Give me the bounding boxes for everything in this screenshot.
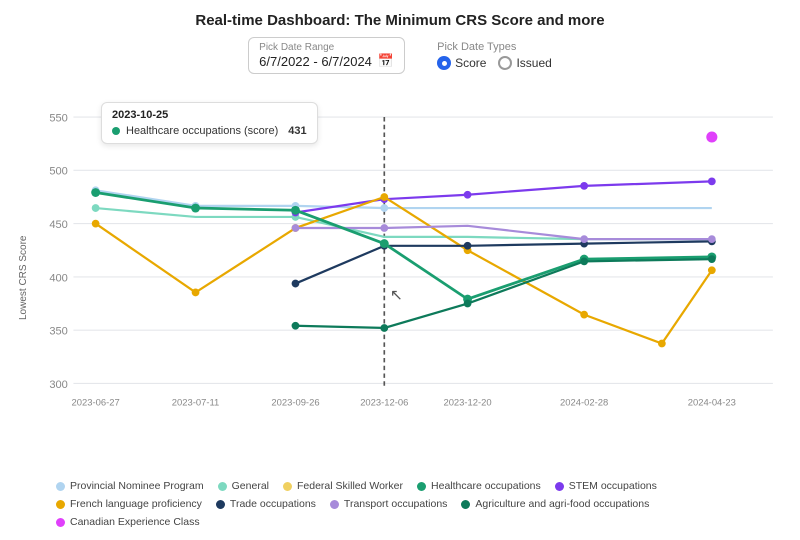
tooltip-item: Healthcare occupations (score) 431 — [112, 125, 307, 137]
date-range-value: 6/7/2022 - 6/7/2024 📅 — [259, 53, 394, 69]
legend-agri: Agriculture and agri-food occupations — [461, 498, 649, 510]
legend-dot-provincial — [56, 482, 65, 491]
legend-dot-federal — [283, 482, 292, 491]
controls-bar: Pick Date Range 6/7/2022 - 6/7/2024 📅 Pi… — [16, 37, 784, 74]
svg-text:350: 350 — [49, 326, 68, 338]
svg-text:2023-12-06: 2023-12-06 — [360, 397, 408, 408]
legend-dot-trade — [216, 500, 225, 509]
svg-text:450: 450 — [49, 219, 68, 231]
issued-option[interactable]: Issued — [498, 56, 551, 70]
date-types-options: Score Issued — [437, 56, 552, 70]
chart-area: Lowest CRS Score 550 500 450 400 350 300… — [16, 80, 784, 476]
chart-legend: Provincial Nominee Program General Feder… — [16, 476, 784, 532]
dashboard: Real-time Dashboard: The Minimum CRS Sco… — [0, 0, 800, 540]
legend-stem: STEM occupations — [555, 480, 657, 492]
y-axis-label: Lowest CRS Score — [16, 80, 29, 476]
tooltip-value: 431 — [288, 125, 306, 137]
page-title: Real-time Dashboard: The Minimum CRS Sco… — [16, 12, 784, 29]
tooltip-date: 2023-10-25 — [112, 109, 307, 121]
tooltip-label: Healthcare occupations (score) — [126, 125, 278, 137]
svg-text:2024-02-28: 2024-02-28 — [560, 397, 608, 408]
date-range-picker[interactable]: Pick Date Range 6/7/2022 - 6/7/2024 📅 — [248, 37, 405, 74]
svg-text:↖: ↖ — [390, 287, 403, 304]
legend-provincial: Provincial Nominee Program — [56, 480, 204, 492]
legend-trade: Trade occupations — [216, 498, 316, 510]
legend-federal: Federal Skilled Worker — [283, 480, 403, 492]
svg-text:2023-07-11: 2023-07-11 — [172, 397, 219, 408]
score-option[interactable]: Score — [437, 56, 486, 70]
date-range-label: Pick Date Range — [259, 42, 334, 53]
issued-radio-unchecked — [498, 56, 512, 70]
svg-text:500: 500 — [49, 166, 68, 178]
legend-dot-agri — [461, 500, 470, 509]
legend-healthcare: Healthcare occupations — [417, 480, 541, 492]
svg-text:2023-12-20: 2023-12-20 — [443, 397, 491, 408]
legend-dot-transport — [330, 500, 339, 509]
score-radio-checked — [437, 56, 451, 70]
legend-french: French language proficiency — [56, 498, 202, 510]
calendar-icon: 📅 — [378, 53, 394, 69]
svg-text:400: 400 — [49, 272, 68, 284]
legend-dot-stem — [555, 482, 564, 491]
legend-dot-french — [56, 500, 65, 509]
svg-text:550: 550 — [49, 112, 68, 124]
date-types-label: Pick Date Types — [437, 41, 552, 53]
legend-dot-general — [218, 482, 227, 491]
tooltip-dot — [112, 127, 120, 135]
tooltip: 2023-10-25 Healthcare occupations (score… — [101, 102, 318, 144]
date-types-control: Pick Date Types Score Issued — [437, 41, 552, 70]
svg-text:2023-09-26: 2023-09-26 — [271, 397, 319, 408]
legend-general: General — [218, 480, 269, 492]
legend-cec: Canadian Experience Class — [56, 516, 200, 528]
svg-text:300: 300 — [49, 379, 68, 391]
legend-transport: Transport occupations — [330, 498, 448, 510]
legend-dot-cec — [56, 518, 65, 527]
svg-text:2023-06-27: 2023-06-27 — [72, 397, 120, 408]
svg-text:2024-04-23: 2024-04-23 — [688, 397, 736, 408]
legend-dot-healthcare — [417, 482, 426, 491]
chart-inner: 550 500 450 400 350 300 2023-06-27 2023-… — [29, 80, 784, 476]
